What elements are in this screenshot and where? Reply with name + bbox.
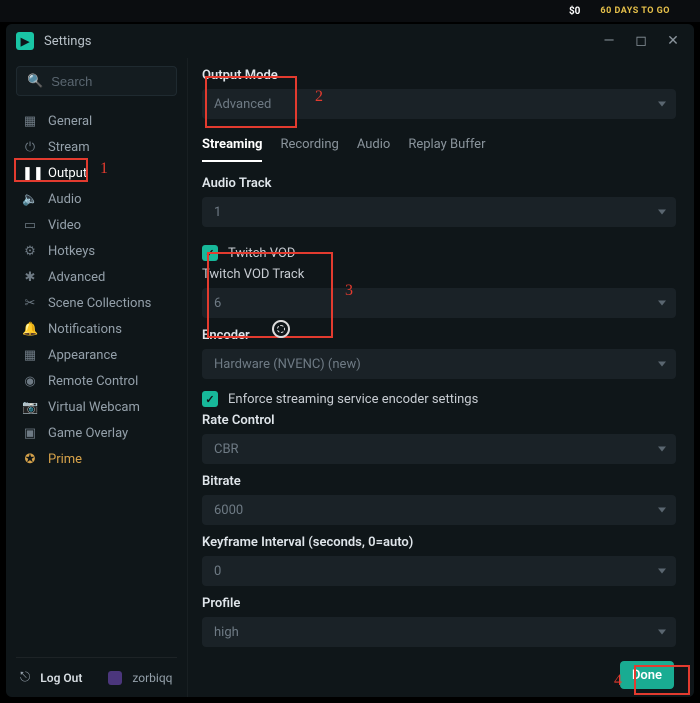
encoder-label: Encoder [202,328,676,343]
appearance-icon: ▦ [22,348,38,363]
stepper-icon [658,508,666,513]
remote-icon: ◉ [22,374,38,389]
output-mode-select[interactable]: Advanced [202,89,676,119]
output-mode-label: Output Mode [202,68,676,83]
minimize-button[interactable]: — [598,30,620,52]
twitch-vod-track-select[interactable]: 6 [202,288,676,318]
audio-track-select[interactable]: 1 [202,197,676,227]
chevron-down-icon [658,362,666,367]
sidebar-item-video[interactable]: ▭Video [16,212,177,238]
sidebar-item-stream[interactable]: ⏻Stream [16,134,177,160]
app-topbar: $0 60 DAYS TO GO [0,0,700,22]
bitrate-label: Bitrate [202,474,676,489]
settings-window: ▶ Settings — ◻ ✕ 🔍 ▦General ⏻Stream ❚❚Ou… [6,24,694,697]
gear-icon: ⚙ [22,244,38,259]
sidebar-item-general[interactable]: ▦General [16,108,177,134]
window-title: Settings [44,34,91,49]
sidebar-item-notifications[interactable]: 🔔Notifications [16,316,177,342]
output-tabs: Streaming Recording Audio Replay Buffer [202,137,676,162]
tab-audio[interactable]: Audio [357,137,390,162]
sidebar-item-audio[interactable]: 🔈Audio [16,186,177,212]
chevron-down-icon [658,301,666,306]
twitch-vod-track-label: Twitch VOD Track [202,267,676,282]
tab-replay-buffer[interactable]: Replay Buffer [408,137,485,162]
rate-control-select[interactable]: CBR [202,434,676,464]
money-indicator: $0 [569,6,580,17]
content-pane: Output Mode Advanced Streaming Recording… [188,58,694,697]
enforce-encoder-label: Enforce streaming service encoder settin… [228,392,478,407]
profile-label: Profile [202,596,676,611]
chevron-down-icon [658,102,666,107]
audio-icon: 🔈 [22,192,38,207]
close-button[interactable]: ✕ [662,30,684,52]
chevron-down-icon [658,447,666,452]
search-input[interactable] [51,74,166,89]
sidebar-item-remote-control[interactable]: ◉Remote Control [16,368,177,394]
profile-select[interactable]: high [202,617,676,647]
scissors-icon: ✂ [22,296,38,311]
bitrate-input[interactable]: 6000 [202,495,676,525]
days-remaining: 60 DAYS TO GO [600,6,670,16]
keyframe-label: Keyframe Interval (seconds, 0=auto) [202,535,676,550]
sidebar-item-scene-collections[interactable]: ✂Scene Collections [16,290,177,316]
sidebar-item-virtual-webcam[interactable]: 📷Virtual Webcam [16,394,177,420]
output-icon: ❚❚ [22,166,38,181]
bell-icon: 🔔 [22,322,38,337]
logout-button[interactable]: Log Out [40,671,82,685]
sidebar-item-game-overlay[interactable]: ▣Game Overlay [16,420,177,446]
app-logo-icon: ▶ [16,32,34,50]
chevron-down-icon [658,630,666,635]
sidebar: 🔍 ▦General ⏻Stream ❚❚Output 🔈Audio ▭Vide… [6,58,188,697]
twitch-vod-checkbox-label: Twitch VOD [228,246,295,261]
search-icon: 🔍 [27,74,43,89]
prime-icon: ✪ [22,452,38,467]
twitch-badge-icon [108,671,122,685]
stream-icon: ⏻ [22,140,38,155]
done-button[interactable]: Done [620,661,674,689]
twitch-vod-checkbox[interactable]: ✓ [202,245,218,261]
chevron-down-icon [658,210,666,215]
enforce-encoder-checkbox[interactable]: ✓ [202,391,218,407]
stepper-icon [658,569,666,574]
audio-track-label: Audio Track [202,176,676,191]
logout-icon: ⎋ [20,670,30,685]
username: zorbiqq [132,671,172,685]
sidebar-item-output[interactable]: ❚❚Output [16,160,177,186]
rate-control-label: Rate Control [202,413,676,428]
tab-recording[interactable]: Recording [280,137,338,162]
sidebar-item-hotkeys[interactable]: ⚙Hotkeys [16,238,177,264]
sidebar-item-advanced[interactable]: ✱Advanced [16,264,177,290]
sidebar-item-prime[interactable]: ✪Prime [16,446,177,472]
titlebar: ▶ Settings — ◻ ✕ [6,24,694,58]
sidebar-footer: ⎋ Log Out zorbiqq [16,657,177,697]
overlay-icon: ▣ [22,426,38,441]
grid-icon: ▦ [22,114,38,129]
video-icon: ▭ [22,218,38,233]
maximize-button[interactable]: ◻ [630,30,652,52]
tab-streaming[interactable]: Streaming [202,137,262,162]
sliders-icon: ✱ [22,270,38,285]
encoder-select[interactable]: Hardware (NVENC) (new) [202,349,676,379]
search-box[interactable]: 🔍 [16,66,177,96]
sidebar-item-appearance[interactable]: ▦Appearance [16,342,177,368]
keyframe-input[interactable]: 0 [202,556,676,586]
camera-icon: 📷 [22,400,38,415]
